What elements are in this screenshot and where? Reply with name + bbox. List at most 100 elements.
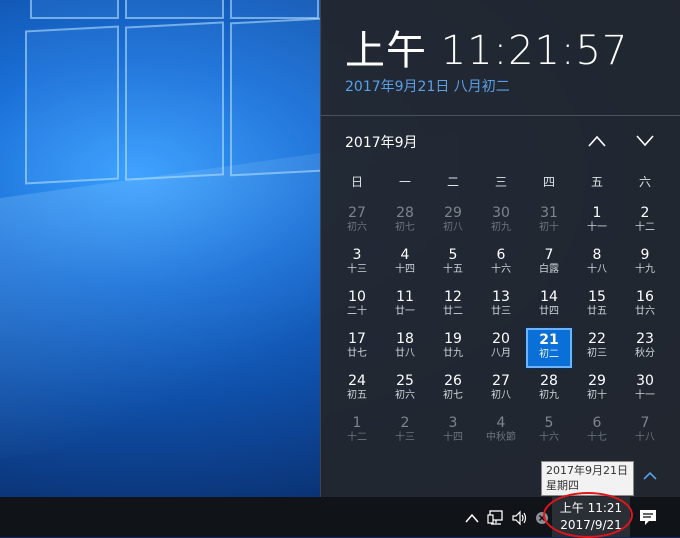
chevron-down-icon: [636, 135, 654, 147]
lunar-date: 初三: [587, 348, 607, 359]
calendar-day[interactable]: 19 廿九: [430, 328, 476, 368]
day-number: 1: [352, 415, 362, 431]
next-month-button[interactable]: [631, 128, 659, 154]
day-number: 5: [544, 415, 554, 431]
calendar-day[interactable]: 23 秋分: [622, 328, 668, 368]
calendar-day[interactable]: 26 初七: [430, 370, 476, 410]
calendar-day[interactable]: 30 十一: [622, 370, 668, 410]
calendar-day-today[interactable]: 21 初二: [525, 327, 573, 369]
day-number: 24: [348, 373, 366, 389]
previous-month-button[interactable]: [583, 128, 611, 154]
lunar-date: 廿八: [395, 348, 415, 359]
calendar-day[interactable]: 8 十八: [574, 244, 620, 284]
lunar-date: 初八: [491, 390, 511, 401]
lunar-date: 初二: [539, 349, 559, 360]
lunar-date: 十三: [347, 264, 367, 275]
calendar-day[interactable]: 1 十二: [334, 412, 380, 452]
calendar-day[interactable]: 20 八月: [478, 328, 524, 368]
day-number: 11: [396, 289, 414, 305]
calendar-day[interactable]: 2 十三: [382, 412, 428, 452]
calendar-day[interactable]: 16 廿六: [622, 286, 668, 326]
lunar-date: 廿四: [539, 306, 559, 317]
calendar-day[interactable]: 27 初六: [334, 202, 380, 242]
day-number: 19: [444, 331, 462, 347]
lunar-date: 十七: [587, 432, 607, 443]
calendar-day[interactable]: 18 廿八: [382, 328, 428, 368]
calendar-day[interactable]: 5 十五: [430, 244, 476, 284]
lunar-date: 二十: [347, 306, 367, 317]
calendar-day[interactable]: 25 初六: [382, 370, 428, 410]
lunar-date: 廿一: [395, 306, 415, 317]
full-date-link[interactable]: 2017年9月21日 八月初二: [345, 76, 510, 96]
lunar-date: 初十: [539, 222, 559, 233]
calendar-day[interactable]: 7 白露: [526, 244, 572, 284]
speaker-icon: [512, 510, 527, 526]
calendar-day[interactable]: 4 十四: [382, 244, 428, 284]
day-number: 26: [444, 373, 462, 389]
day-number: 27: [492, 373, 510, 389]
day-number: 2: [640, 205, 650, 221]
day-number: 20: [492, 331, 510, 347]
calendar-day[interactable]: 6 十七: [574, 412, 620, 452]
calendar-day[interactable]: 29 初十: [574, 370, 620, 410]
lunar-date: 十九: [635, 264, 655, 275]
day-number: 1: [592, 205, 602, 221]
calendar-day[interactable]: 10 二十: [334, 286, 380, 326]
chevron-up-icon: [588, 135, 606, 147]
lunar-date: 十三: [395, 432, 415, 443]
volume-button[interactable]: [510, 508, 530, 528]
calendar-day[interactable]: 27 初八: [478, 370, 524, 410]
chevron-up-icon: [465, 513, 479, 523]
calendar-day[interactable]: 3 十三: [334, 244, 380, 284]
calendar-day[interactable]: 22 初三: [574, 328, 620, 368]
lunar-date: 初六: [347, 222, 367, 233]
calendar-day[interactable]: 3 十四: [430, 412, 476, 452]
calendar-day[interactable]: 29 初八: [430, 202, 476, 242]
calendar-day[interactable]: 6 十六: [478, 244, 524, 284]
month-year-label[interactable]: 2017年9月: [345, 132, 418, 152]
calendar-day[interactable]: 17 廿七: [334, 328, 380, 368]
calendar-day[interactable]: 28 初七: [382, 202, 428, 242]
calendar-day[interactable]: 15 廿五: [574, 286, 620, 326]
lunar-date: 十八: [635, 432, 655, 443]
calendar-day[interactable]: 14 廿四: [526, 286, 572, 326]
day-number: 4: [400, 247, 410, 263]
window-logo-pane: [230, 0, 319, 19]
date-tooltip: 2017年9月21日 星期四: [541, 461, 634, 496]
calendar-day[interactable]: 9 十九: [622, 244, 668, 284]
network-button[interactable]: [486, 508, 506, 528]
clock-calendar-flyout: 上午 11:21:57 2017年9月21日 八月初二 2017年9月 日一二三…: [320, 0, 680, 497]
calendar-day[interactable]: 7 十八: [622, 412, 668, 452]
lunar-date: 白露: [539, 264, 559, 275]
window-logo-pane: [230, 17, 322, 177]
day-number: 28: [540, 373, 558, 389]
lunar-date: 廿二: [443, 306, 463, 317]
expand-agenda-button[interactable]: [639, 468, 661, 484]
calendar-day[interactable]: 4 中秋節: [478, 412, 524, 452]
lunar-date: 十一: [587, 222, 607, 233]
weekday-label: 三: [494, 175, 507, 189]
current-time: 上午 11:21:57: [345, 28, 629, 74]
lunar-date: 初七: [395, 222, 415, 233]
show-hidden-icons-button[interactable]: [464, 508, 480, 528]
calendar-day[interactable]: 11 廿一: [382, 286, 428, 326]
red-highlight-circle: [543, 492, 633, 538]
day-number: 30: [492, 205, 510, 221]
calendar-day[interactable]: 31 初十: [526, 202, 572, 242]
lunar-date: 八月: [491, 348, 511, 359]
calendar-day[interactable]: 24 初五: [334, 370, 380, 410]
calendar-day[interactable]: 5 十六: [526, 412, 572, 452]
calendar-day[interactable]: 1 十一: [574, 202, 620, 242]
day-number: 5: [448, 247, 458, 263]
day-number: 29: [444, 205, 462, 221]
day-number: 21: [539, 332, 559, 348]
calendar-day[interactable]: 30 初九: [478, 202, 524, 242]
network-icon: [487, 510, 503, 525]
calendar-day[interactable]: 28 初九: [526, 370, 572, 410]
calendar-day[interactable]: 13 廿三: [478, 286, 524, 326]
calendar-day[interactable]: 2 十二: [622, 202, 668, 242]
action-center-icon: [640, 510, 656, 525]
action-center-button[interactable]: [636, 505, 660, 529]
calendar-day[interactable]: 12 廿二: [430, 286, 476, 326]
weekday-label: 日: [350, 175, 363, 189]
